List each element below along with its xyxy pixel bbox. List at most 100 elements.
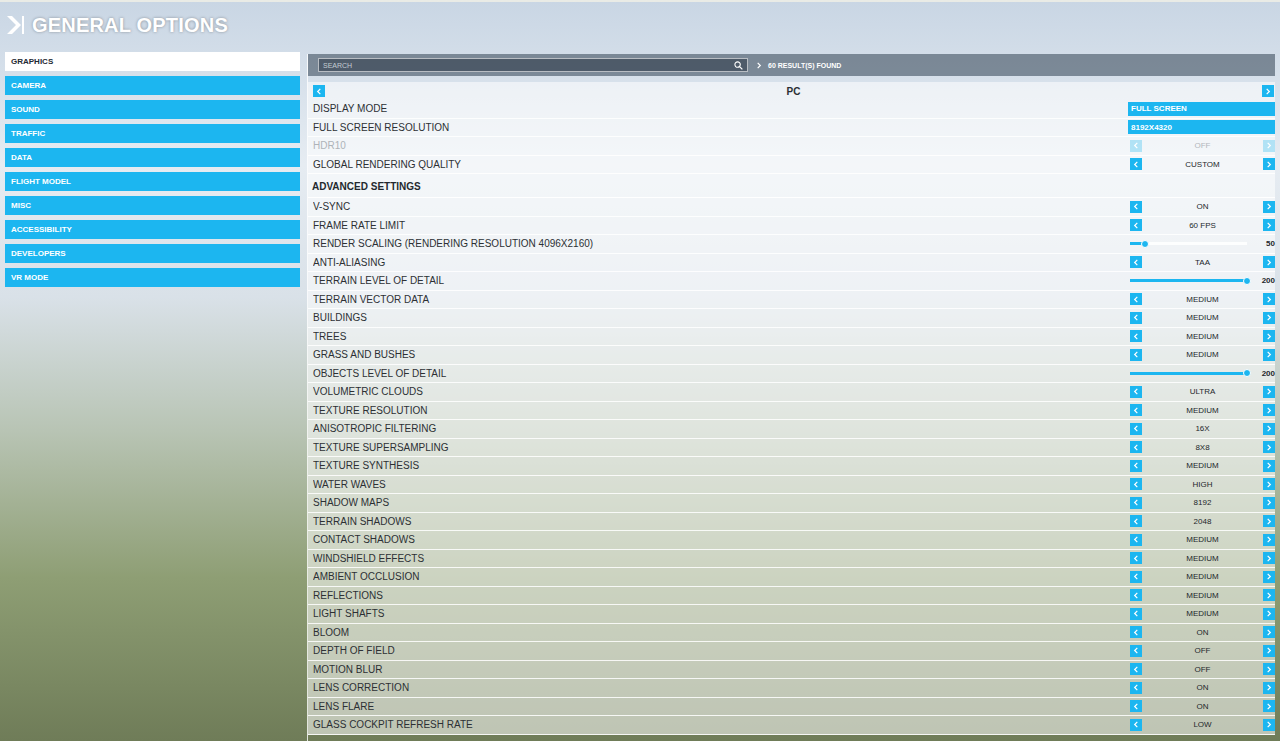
- next-button[interactable]: [1263, 515, 1275, 527]
- next-button[interactable]: [1263, 140, 1275, 152]
- next-button[interactable]: [1262, 85, 1274, 97]
- slider-fill: [1130, 372, 1247, 375]
- sidebar-item[interactable]: TRAFFIC: [5, 124, 300, 143]
- previous-button[interactable]: [1130, 423, 1142, 435]
- option-selector: OFF: [1128, 140, 1275, 152]
- previous-button[interactable]: [1130, 349, 1142, 361]
- previous-button[interactable]: [1130, 293, 1142, 305]
- previous-button[interactable]: [1130, 515, 1142, 527]
- setting-row: TERRAIN LEVEL OF DETAIL200: [308, 272, 1275, 291]
- previous-button[interactable]: [1130, 682, 1142, 694]
- previous-button[interactable]: [1130, 201, 1142, 213]
- back-chevron-icon[interactable]: [6, 15, 24, 35]
- setting-row: TERRAIN VECTOR DATAMEDIUM: [308, 291, 1275, 310]
- previous-button[interactable]: [1130, 256, 1142, 268]
- previous-button[interactable]: [1130, 441, 1142, 453]
- sidebar-item[interactable]: ACCESSIBILITY: [5, 220, 300, 239]
- next-button[interactable]: [1263, 497, 1275, 509]
- setting-row: OBJECTS LEVEL OF DETAIL200: [308, 365, 1275, 384]
- next-button[interactable]: [1263, 700, 1275, 712]
- sidebar-item[interactable]: DATA: [5, 148, 300, 167]
- next-button[interactable]: [1263, 608, 1275, 620]
- option-value: MEDIUM: [1144, 461, 1261, 470]
- setting-row: TREESMEDIUM: [308, 328, 1275, 347]
- sidebar-item[interactable]: GRAPHICS: [5, 52, 300, 71]
- sidebar-item[interactable]: SOUND: [5, 100, 300, 119]
- next-button[interactable]: [1263, 552, 1275, 564]
- next-button[interactable]: [1263, 423, 1275, 435]
- search-field[interactable]: SEARCH: [318, 58, 748, 72]
- next-button[interactable]: [1263, 312, 1275, 324]
- next-button[interactable]: [1263, 404, 1275, 416]
- previous-button[interactable]: [1130, 626, 1142, 638]
- next-button[interactable]: [1263, 441, 1275, 453]
- previous-button[interactable]: [1130, 534, 1142, 546]
- option-selector: 8192: [1128, 497, 1275, 509]
- next-button[interactable]: [1263, 682, 1275, 694]
- chevron-left-icon: [1133, 518, 1139, 525]
- previous-button[interactable]: [1130, 140, 1142, 152]
- next-button[interactable]: [1263, 478, 1275, 490]
- slider-track[interactable]: [1130, 242, 1247, 245]
- next-button[interactable]: [1263, 534, 1275, 546]
- previous-button[interactable]: [1130, 330, 1142, 342]
- value-field[interactable]: 8192X4320: [1128, 120, 1275, 134]
- next-button[interactable]: [1263, 158, 1275, 170]
- setting-label: GRASS AND BUSHES: [313, 349, 1128, 360]
- previous-button[interactable]: [1130, 589, 1142, 601]
- previous-button[interactable]: [1130, 571, 1142, 583]
- value-field[interactable]: FULL SCREEN: [1128, 102, 1275, 116]
- next-button[interactable]: [1263, 645, 1275, 657]
- setting-label: AMBIENT OCCLUSION: [313, 571, 1128, 582]
- chevron-left-icon: [1133, 592, 1139, 599]
- chevron-left-icon: [1133, 203, 1139, 210]
- previous-button[interactable]: [1130, 663, 1142, 675]
- sidebar-item[interactable]: MISC: [5, 196, 300, 215]
- previous-button[interactable]: [1130, 312, 1142, 324]
- magnifier-icon: [734, 61, 743, 70]
- next-button[interactable]: [1263, 201, 1275, 213]
- next-button[interactable]: [1263, 293, 1275, 305]
- previous-button[interactable]: [1130, 219, 1142, 231]
- option-selector: LOW: [1128, 719, 1275, 731]
- previous-button[interactable]: [1130, 645, 1142, 657]
- next-button[interactable]: [1263, 460, 1275, 472]
- slider-track[interactable]: [1130, 372, 1247, 375]
- next-button[interactable]: [1263, 256, 1275, 268]
- previous-button[interactable]: [1130, 700, 1142, 712]
- option-selector: ON: [1128, 626, 1275, 638]
- slider-track[interactable]: [1130, 279, 1247, 282]
- previous-button[interactable]: [1130, 719, 1142, 731]
- previous-button[interactable]: [1130, 497, 1142, 509]
- previous-button[interactable]: [313, 85, 325, 97]
- slider-thumb[interactable]: [1243, 369, 1251, 377]
- setting-row: TEXTURE RESOLUTIONMEDIUM: [308, 402, 1275, 421]
- setting-row: ANISOTROPIC FILTERING16X: [308, 420, 1275, 439]
- previous-button[interactable]: [1130, 404, 1142, 416]
- slider-thumb[interactable]: [1243, 277, 1251, 285]
- next-button[interactable]: [1263, 349, 1275, 361]
- next-button[interactable]: [1263, 626, 1275, 638]
- slider-thumb[interactable]: [1141, 240, 1149, 248]
- previous-button[interactable]: [1130, 460, 1142, 472]
- slider: 200: [1128, 369, 1275, 378]
- next-button[interactable]: [1263, 219, 1275, 231]
- previous-button[interactable]: [1130, 608, 1142, 620]
- sidebar-item[interactable]: CAMERA: [5, 76, 300, 95]
- next-button[interactable]: [1263, 386, 1275, 398]
- next-button[interactable]: [1263, 719, 1275, 731]
- sidebar-item[interactable]: VR MODE: [5, 268, 300, 287]
- next-button[interactable]: [1263, 571, 1275, 583]
- previous-button[interactable]: [1130, 478, 1142, 490]
- next-button[interactable]: [1263, 589, 1275, 601]
- previous-button[interactable]: [1130, 386, 1142, 398]
- option-selector: MEDIUM: [1128, 534, 1275, 546]
- previous-button[interactable]: [1130, 158, 1142, 170]
- next-button[interactable]: [1263, 663, 1275, 675]
- previous-button[interactable]: [1130, 552, 1142, 564]
- option-selector: ON: [1128, 700, 1275, 712]
- next-button[interactable]: [1263, 330, 1275, 342]
- sidebar-item[interactable]: DEVELOPERS: [5, 244, 300, 263]
- option-value: MEDIUM: [1144, 591, 1261, 600]
- sidebar-item[interactable]: FLIGHT MODEL: [5, 172, 300, 191]
